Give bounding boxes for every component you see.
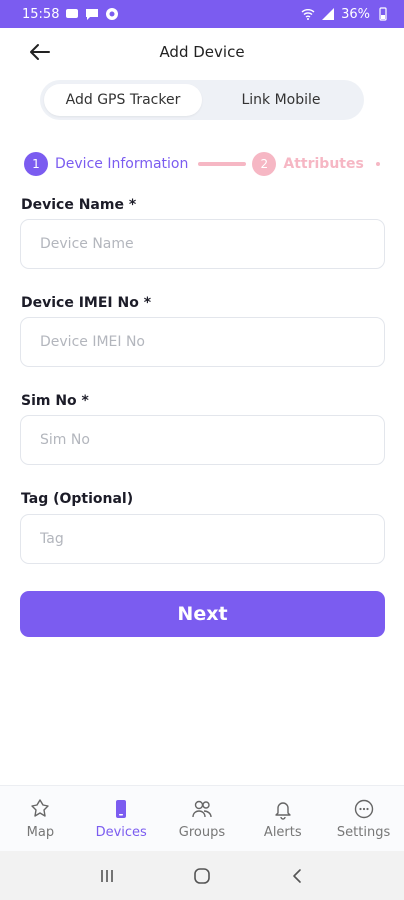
step-1-number: 1 [24, 152, 48, 176]
status-time: 15:58 [22, 6, 60, 22]
nav-label-groups: Groups [178, 824, 226, 840]
sim-no-label: Sim No * [21, 393, 89, 409]
next-button[interactable]: Next [20, 591, 385, 637]
step-connector [198, 162, 247, 166]
battery-icon [376, 7, 390, 21]
step-2-label: Attributes [283, 156, 364, 172]
nav-item-settings[interactable]: Settings [324, 798, 404, 840]
app-header: Add Device [0, 28, 404, 76]
chevron-left-icon [292, 868, 301, 883]
page-title: Add Device [159, 43, 245, 61]
form-stepper: 1 Device Information 2 Attributes [24, 151, 404, 177]
tab-add-gps-tracker[interactable]: Add GPS Tracker [44, 84, 202, 116]
home-icon [194, 867, 210, 884]
arrow-left-icon [30, 44, 50, 60]
home-button[interactable] [188, 862, 216, 890]
step-1-label: Device Information [55, 156, 189, 172]
nav-label-devices: Devices [95, 824, 147, 840]
recent-apps-icon [101, 869, 114, 882]
system-navigation-bar [0, 851, 404, 900]
device-name-input[interactable] [20, 219, 385, 269]
system-back-button[interactable] [283, 862, 311, 890]
device-type-segmented-control: Add GPS Tracker Link Mobile [40, 80, 364, 120]
tag-input[interactable] [20, 514, 385, 564]
map-pin-icon [31, 798, 50, 817]
status-bar: 15:58 36% [0, 0, 404, 28]
nav-item-groups[interactable]: Groups [162, 798, 242, 840]
nav-label-map: Map [26, 824, 55, 840]
nav-label-alerts: Alerts [263, 824, 302, 840]
bottom-navigation: Map Devices Groups Alerts Settings [0, 785, 404, 851]
step-2-number: 2 [252, 152, 277, 176]
tab-link-mobile[interactable]: Link Mobile [202, 84, 360, 116]
nav-item-alerts[interactable]: Alerts [243, 798, 323, 840]
device-name-label: Device Name * [21, 197, 137, 213]
nav-label-settings: Settings [336, 824, 391, 840]
recent-apps-button[interactable] [93, 862, 121, 890]
back-button[interactable] [26, 40, 54, 64]
device-icon [116, 799, 127, 818]
step-trailing-dot [375, 162, 380, 166]
device-imei-input[interactable] [20, 317, 385, 367]
bell-icon [275, 801, 291, 820]
app-notification-icon [105, 7, 119, 21]
signal-icon [321, 7, 335, 21]
notification-icon [65, 7, 79, 21]
more-icon [354, 799, 373, 818]
device-imei-label: Device IMEI No * [21, 295, 152, 311]
nav-item-map[interactable]: Map [0, 798, 80, 840]
status-left: 15:58 [22, 7, 119, 22]
status-right: 36% [301, 7, 390, 22]
message-icon [85, 7, 99, 21]
battery-percent: 36% [341, 6, 370, 22]
tag-label: Tag (Optional) [21, 491, 134, 507]
nav-item-devices[interactable]: Devices [81, 798, 161, 840]
wifi-icon [301, 7, 315, 21]
sim-no-input[interactable] [20, 415, 385, 465]
groups-icon [192, 800, 212, 817]
